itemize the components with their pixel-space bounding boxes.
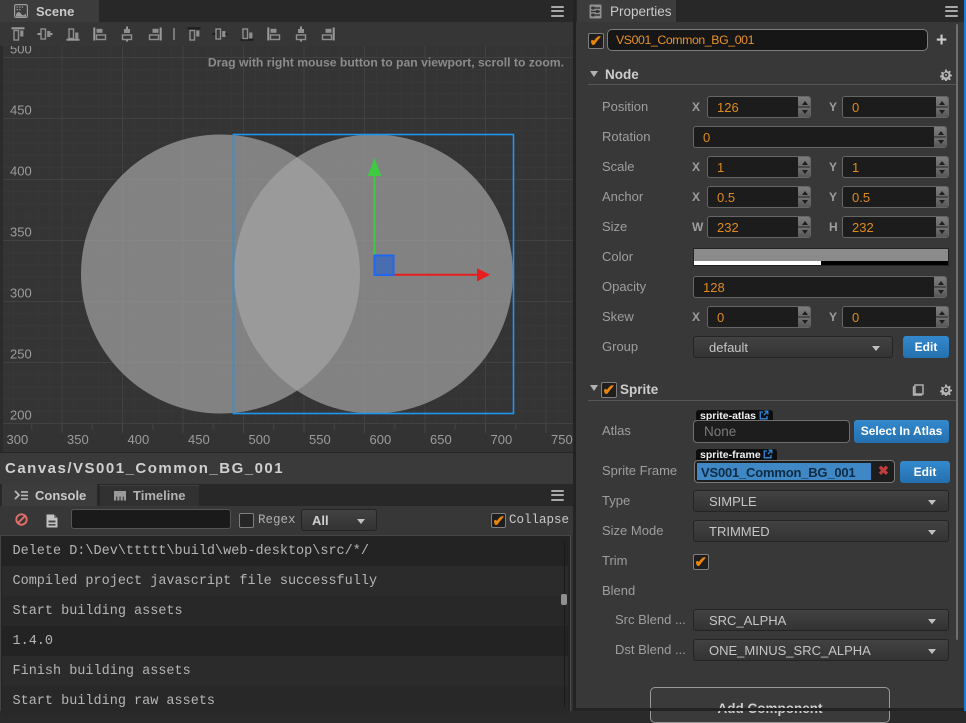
svg-text:500: 500 — [249, 432, 271, 447]
svg-text:300: 300 — [10, 286, 32, 301]
svg-text:250: 250 — [10, 347, 32, 362]
svg-text:Drag with right mouse button t: Drag with right mouse button to pan view… — [208, 56, 564, 70]
svg-text:300: 300 — [7, 432, 29, 447]
svg-text:450: 450 — [10, 103, 32, 118]
svg-text:200: 200 — [10, 408, 32, 423]
svg-text:400: 400 — [128, 432, 150, 447]
svg-text:450: 450 — [188, 432, 210, 447]
svg-text:400: 400 — [10, 164, 32, 179]
svg-text:350: 350 — [10, 225, 32, 240]
svg-text:700: 700 — [491, 432, 513, 447]
svg-text:750: 750 — [551, 432, 573, 447]
svg-text:600: 600 — [370, 432, 392, 447]
svg-text:550: 550 — [309, 432, 331, 447]
svg-text:350: 350 — [67, 432, 89, 447]
svg-text:500: 500 — [10, 46, 32, 57]
svg-text:650: 650 — [430, 432, 452, 447]
